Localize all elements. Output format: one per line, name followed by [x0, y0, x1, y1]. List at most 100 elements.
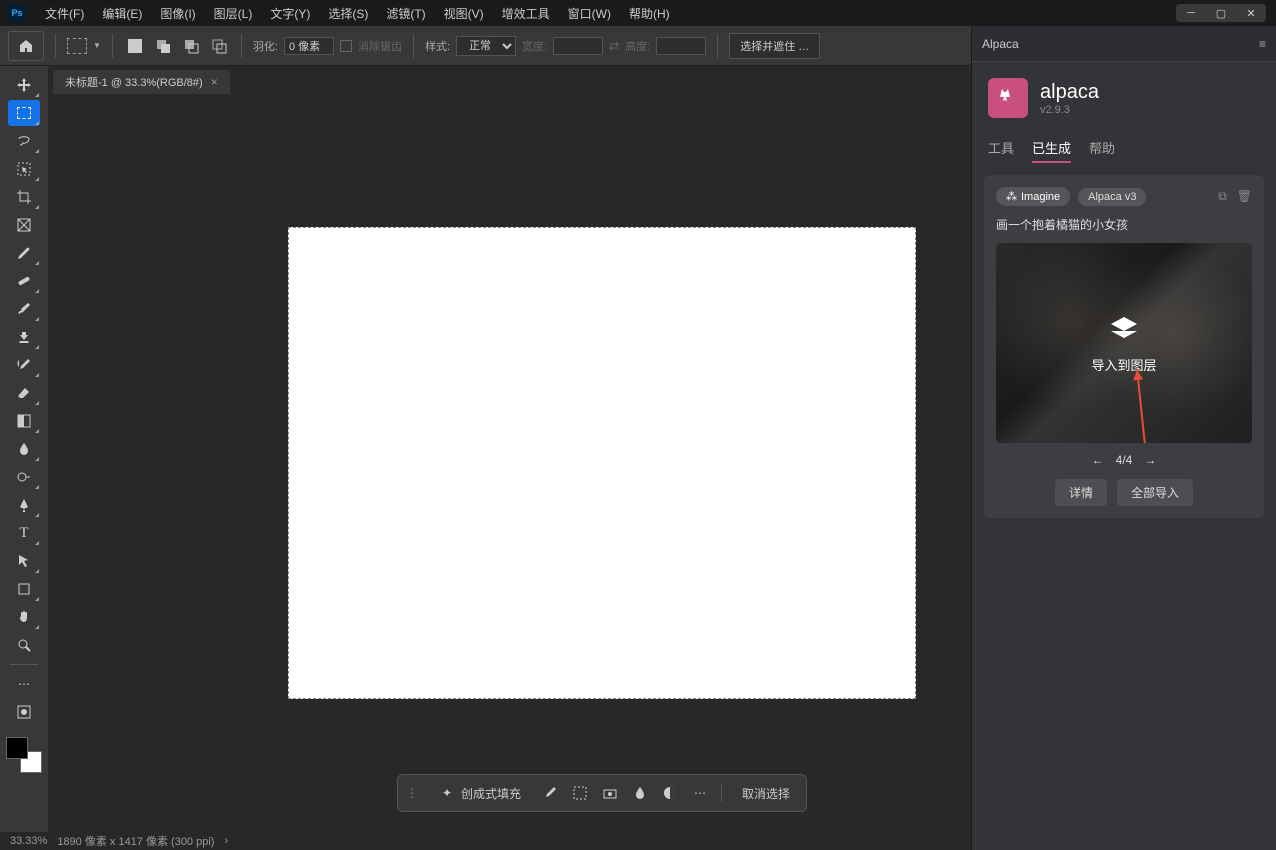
close-button[interactable]: ✕: [1236, 4, 1266, 22]
feather-input[interactable]: [284, 37, 334, 55]
copy-icon[interactable]: ⧉: [1218, 189, 1227, 204]
new-selection-icon[interactable]: [124, 35, 146, 57]
generative-fill-button[interactable]: ✦ 创成式填充: [430, 781, 529, 805]
menu-item[interactable]: 选择(S): [319, 5, 377, 22]
model-tag[interactable]: Alpaca v3: [1078, 188, 1146, 206]
import-to-layer-label: 导入到图层: [1091, 355, 1156, 374]
tool-preset-picker[interactable]: [67, 38, 87, 54]
style-select[interactable]: 正常: [456, 36, 516, 56]
zoom-tool[interactable]: [8, 632, 40, 658]
close-tab-icon[interactable]: ×: [211, 75, 218, 89]
generated-image[interactable]: 导入到图层: [996, 243, 1252, 443]
alpaca-tab-tools[interactable]: 工具: [988, 134, 1014, 163]
fill-icon[interactable]: [631, 784, 649, 802]
window-controls: ─ ▢ ✕: [1176, 4, 1266, 22]
eyedropper-tool[interactable]: [8, 240, 40, 266]
pen-tool[interactable]: [8, 492, 40, 518]
menu-item[interactable]: 图像(I): [151, 5, 204, 22]
menu-item[interactable]: 窗口(W): [559, 5, 620, 22]
hand-tool[interactable]: [8, 604, 40, 630]
sparkle-icon: ✦: [438, 784, 456, 802]
document-tab[interactable]: 未标题-1 @ 33.3%(RGB/8#) ×: [53, 70, 230, 94]
menubar: 文件(F)编辑(E)图像(I)图层(L)文字(Y)选择(S)滤镜(T)视图(V)…: [36, 5, 679, 22]
left-toolbar: T ⋯: [0, 66, 48, 832]
annotation-arrow: [1136, 369, 1170, 443]
drag-handle-icon[interactable]: ⋮: [406, 786, 418, 800]
canvas[interactable]: [288, 227, 916, 699]
style-label: 样式:: [425, 38, 450, 54]
adjust-icon[interactable]: [571, 784, 589, 802]
wand-icon: ⁂: [1006, 190, 1017, 203]
alpaca-panel: Alpaca ≡ alpaca v2.9.3 工具 已生成 帮助 ⁂ Imagi…: [971, 26, 1276, 850]
titlebar: Ps 文件(F)编辑(E)图像(I)图层(L)文字(Y)选择(S)滤镜(T)视图…: [0, 0, 1276, 26]
foreground-color[interactable]: [6, 737, 28, 759]
lasso-tool[interactable]: [8, 128, 40, 154]
clone-stamp-tool[interactable]: [8, 324, 40, 350]
intersect-selection-icon[interactable]: [208, 35, 230, 57]
home-button[interactable]: [8, 31, 44, 61]
eraser-tool[interactable]: [8, 380, 40, 406]
alpaca-version: v2.9.3: [1040, 104, 1099, 116]
height-input: [656, 37, 706, 55]
prev-arrow-icon[interactable]: ←: [1092, 453, 1104, 467]
image-pager: ← 4/4 →: [996, 453, 1252, 467]
alpaca-product-name: alpaca: [1040, 81, 1099, 104]
object-selection-tool[interactable]: [8, 156, 40, 182]
document-tab-label: 未标题-1 @ 33.3%(RGB/8#): [65, 74, 203, 90]
frame-tool[interactable]: [8, 212, 40, 238]
add-selection-icon[interactable]: [152, 35, 174, 57]
camera-icon[interactable]: [601, 784, 619, 802]
more-icon[interactable]: ⋯: [691, 784, 709, 802]
edit-toolbar-button[interactable]: ⋯: [8, 671, 40, 697]
mask-icon[interactable]: [661, 784, 679, 802]
history-brush-tool[interactable]: [8, 352, 40, 378]
blur-tool[interactable]: [8, 436, 40, 462]
move-tool[interactable]: [8, 72, 40, 98]
dodge-tool[interactable]: [8, 464, 40, 490]
menu-item[interactable]: 帮助(H): [620, 5, 679, 22]
healing-brush-tool[interactable]: [8, 268, 40, 294]
delete-icon[interactable]: 🗑: [1237, 189, 1252, 204]
quickmask-button[interactable]: [8, 699, 40, 725]
deselect-button[interactable]: 取消选择: [734, 782, 798, 805]
alpaca-tab-generated[interactable]: 已生成: [1032, 134, 1071, 163]
type-tool[interactable]: T: [8, 520, 40, 546]
pager-count: 4/4: [1116, 453, 1133, 467]
panel-menu-icon[interactable]: ≡: [1259, 37, 1266, 51]
height-label: 高度:: [625, 38, 650, 54]
brush-icon[interactable]: [541, 784, 559, 802]
import-all-button[interactable]: 全部导入: [1117, 479, 1193, 506]
menu-item[interactable]: 滤镜(T): [377, 5, 434, 22]
zoom-level[interactable]: 33.33%: [10, 835, 47, 847]
menu-item[interactable]: 视图(V): [435, 5, 493, 22]
crop-tool[interactable]: [8, 184, 40, 210]
antialias-checkbox[interactable]: [340, 40, 352, 52]
generation-card: ⁂ Imagine Alpaca v3 ⧉ 🗑 画一个抱着橘猫的小女孩 导入到图…: [984, 175, 1264, 518]
menu-item[interactable]: 图层(L): [205, 5, 262, 22]
maximize-button[interactable]: ▢: [1206, 4, 1236, 22]
minimize-button[interactable]: ─: [1176, 4, 1206, 22]
color-swatches[interactable]: [6, 737, 42, 773]
menu-item[interactable]: 文件(F): [36, 5, 93, 22]
feather-label: 羽化:: [253, 38, 278, 54]
generation-prompt: 画一个抱着橘猫的小女孩: [996, 216, 1252, 233]
chevron-right-icon[interactable]: ›: [224, 835, 228, 847]
layers-icon: [1107, 313, 1141, 347]
imagine-tag[interactable]: ⁂ Imagine: [996, 187, 1070, 206]
alpaca-tabs: 工具 已生成 帮助: [972, 134, 1276, 163]
select-and-mask-button[interactable]: 选择并遮住 …: [729, 33, 820, 59]
menu-item[interactable]: 编辑(E): [93, 5, 151, 22]
detail-button[interactable]: 详情: [1055, 479, 1107, 506]
menu-item[interactable]: 文字(Y): [261, 5, 319, 22]
swap-wh-icon: ⇄: [609, 39, 619, 53]
alpaca-tab-help[interactable]: 帮助: [1089, 134, 1115, 163]
menu-item[interactable]: 增效工具: [493, 5, 559, 22]
marquee-tool[interactable]: [8, 100, 40, 126]
path-selection-tool[interactable]: [8, 548, 40, 574]
next-arrow-icon[interactable]: →: [1144, 453, 1156, 467]
shape-tool[interactable]: [8, 576, 40, 602]
brush-tool[interactable]: [8, 296, 40, 322]
photoshop-logo: Ps: [8, 4, 26, 22]
subtract-selection-icon[interactable]: [180, 35, 202, 57]
gradient-tool[interactable]: [8, 408, 40, 434]
